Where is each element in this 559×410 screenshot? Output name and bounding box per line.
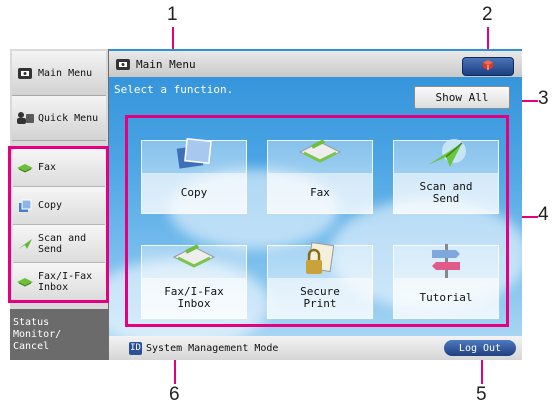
callout-6: 6	[169, 384, 180, 405]
title-bar: Main Menu	[109, 51, 522, 77]
main-menu-icon	[15, 66, 35, 80]
main-menu-icon	[115, 57, 131, 71]
system-mode-text: System Management Mode	[146, 342, 279, 354]
callout-6-line	[174, 358, 176, 384]
secure-print-icon	[300, 242, 340, 282]
tile-fax-inbox[interactable]: Fax/I-Fax Inbox	[141, 242, 247, 319]
tile-scan-and-send[interactable]: Scan and Send	[393, 137, 499, 214]
function-area: Copy Fax Scan and Send Fax/I-Fax Inbox S…	[125, 115, 509, 327]
tile-tutorial[interactable]: Tutorial	[393, 244, 499, 319]
callout-5-line	[481, 358, 483, 384]
callout-2: 2	[482, 4, 493, 25]
sidebar: Main Menu Quick Menu Fax Copy Scan and S…	[8, 49, 109, 360]
tile-copy-label: Copy	[180, 186, 208, 199]
sidebar-quick-menu-button[interactable]: Quick Menu	[12, 96, 106, 141]
fax-icon	[298, 137, 342, 171]
callout-3: 3	[538, 88, 549, 109]
device-panel: Main Menu Quick Menu Fax Copy Scan and S…	[8, 49, 522, 360]
sidebar-main-menu-button[interactable]: Main Menu	[12, 51, 106, 96]
instruction-text: Select a function.	[114, 83, 234, 96]
settings-button[interactable]	[462, 57, 514, 76]
fax-inbox-icon	[172, 242, 216, 276]
id-badge-icon: ID	[129, 341, 142, 355]
show-all-button[interactable]: Show All	[414, 86, 510, 109]
status-bar: ID System Management Mode Log Out	[109, 336, 522, 360]
logout-button[interactable]: Log Out	[444, 340, 516, 356]
callout-4: 4	[538, 204, 549, 225]
tile-secure-print[interactable]: Secure Print	[267, 242, 373, 319]
copy-icon	[174, 137, 214, 175]
callout-1: 1	[167, 4, 178, 25]
status-monitor-button[interactable]: Status Monitor/ Cancel	[10, 309, 108, 360]
tile-fax[interactable]: Fax	[267, 137, 373, 214]
main-screen: Main Menu Select a function. Show All Co…	[109, 49, 522, 360]
tile-copy[interactable]: Copy	[141, 137, 247, 214]
tile-fax-inbox-label: Fax/I-Fax Inbox	[164, 285, 224, 310]
quick-menu-icon	[15, 111, 35, 125]
status-monitor-label: Status Monitor/ Cancel	[13, 316, 62, 352]
sidebar-main-menu-label: Main Menu	[38, 67, 93, 79]
callout-5: 5	[476, 384, 487, 405]
tile-fax-label: Fax	[310, 186, 330, 199]
favorites-highlight	[8, 146, 109, 303]
page-title: Main Menu	[136, 57, 196, 71]
scan-send-icon	[424, 137, 468, 175]
settings-cube-icon	[482, 59, 494, 74]
tile-tutorial-label: Tutorial	[419, 291, 473, 304]
tile-scan-and-send-label: Scan and Send	[419, 180, 473, 205]
tile-secure-print-label: Secure Print	[300, 285, 340, 310]
sidebar-quick-menu-label: Quick Menu	[38, 112, 99, 124]
